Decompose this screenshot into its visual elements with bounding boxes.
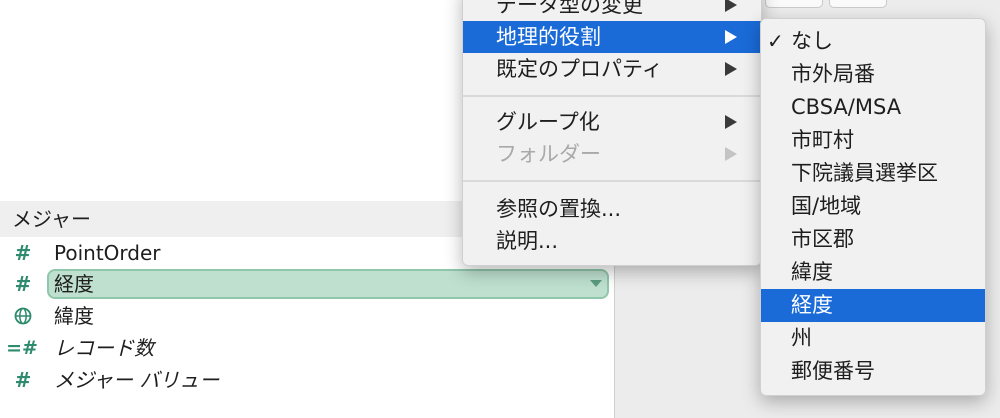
field-label: 経度 (54, 272, 94, 296)
menu-separator (463, 180, 761, 182)
field-label: PointOrder (54, 241, 161, 265)
menu-item-label: データ型の変更 (496, 0, 643, 17)
menu-item-replace-references[interactable]: 参照の置換... (463, 193, 761, 225)
measure-field-latitude[interactable]: 緯度 (0, 300, 614, 332)
calculated-number-icon: =# (6, 337, 38, 359)
submenu-arrow-icon (725, 30, 737, 44)
number-hash-icon: # (14, 368, 32, 392)
submenu-item-label: 市区郡 (791, 227, 854, 251)
submenu-item-label: なし (791, 29, 833, 53)
measure-field-measure-values[interactable]: # メジャー バリュー (0, 364, 614, 396)
submenu-item-label: CBSA/MSA (791, 95, 902, 119)
menu-item-geographic-role[interactable]: 地理的役割 (463, 21, 761, 53)
submenu-arrow-icon (725, 62, 737, 76)
field-label: メジャー バリュー (54, 368, 220, 392)
menu-item-change-data-type[interactable]: データ型の変更 (463, 0, 761, 21)
geo-role-congressional-district[interactable]: 下院議員選挙区 (761, 157, 985, 190)
submenu-item-label: 市町村 (791, 128, 854, 152)
geo-role-none[interactable]: ✓ なし (761, 25, 985, 58)
submenu-item-label: 州 (791, 326, 812, 350)
submenu-arrow-icon (725, 147, 737, 161)
menu-separator (463, 95, 761, 97)
field-context-menu: データ型の変更 地理的役割 既定のプロパティ グループ化 フォルダー 参照の置換… (462, 0, 762, 266)
submenu-item-label: 国/地域 (791, 194, 862, 218)
submenu-arrow-icon (725, 0, 737, 12)
menu-item-default-properties[interactable]: 既定のプロパティ (463, 53, 761, 85)
field-dropdown-arrow-icon[interactable] (590, 280, 602, 287)
submenu-item-label: 経度 (791, 293, 833, 317)
menu-item-describe[interactable]: 説明... (463, 225, 761, 257)
submenu-item-label: 緯度 (791, 260, 833, 284)
geo-role-state-province[interactable]: 州 (761, 322, 985, 355)
geo-role-longitude[interactable]: 経度 (761, 289, 985, 322)
submenu-item-label: 郵便番号 (791, 359, 875, 383)
menu-item-label: 説明... (496, 229, 559, 253)
geo-role-cbsa-msa[interactable]: CBSA/MSA (761, 91, 985, 124)
menu-item-folder: フォルダー (463, 138, 761, 170)
menu-item-label: 既定のプロパティ (496, 57, 663, 81)
field-label: レコード数 (54, 336, 154, 360)
geo-role-city[interactable]: 市町村 (761, 124, 985, 157)
submenu-item-label: 下院議員選挙区 (791, 161, 938, 185)
geo-role-country-region[interactable]: 国/地域 (761, 190, 985, 223)
geo-role-zip-code[interactable]: 郵便番号 (761, 355, 985, 388)
number-hash-icon: # (14, 241, 32, 265)
toolbar-button[interactable] (829, 0, 887, 8)
geo-role-county[interactable]: 市区郡 (761, 223, 985, 256)
geographic-role-submenu: ✓ なし 市外局番 CBSA/MSA 市町村 下院議員選挙区 国/地域 市区郡 … (760, 18, 986, 396)
globe-icon (10, 300, 36, 332)
field-label: 緯度 (54, 304, 94, 328)
geo-role-latitude[interactable]: 緯度 (761, 256, 985, 289)
geo-role-area-code[interactable]: 市外局番 (761, 58, 985, 91)
menu-item-label: 参照の置換... (496, 197, 622, 221)
checkmark-icon: ✓ (767, 29, 784, 53)
menu-item-label: 地理的役割 (496, 25, 601, 49)
measure-field-longitude[interactable]: # 経度 (0, 268, 614, 300)
number-hash-icon: # (14, 272, 32, 296)
selected-field-pill[interactable] (47, 269, 609, 299)
menu-item-label: フォルダー (496, 142, 601, 166)
menu-item-label: グループ化 (496, 110, 600, 134)
menu-item-group[interactable]: グループ化 (463, 106, 761, 138)
measure-field-record-count[interactable]: =# レコード数 (0, 332, 614, 364)
submenu-arrow-icon (725, 115, 737, 129)
toolbar-button[interactable] (765, 0, 823, 8)
submenu-item-label: 市外局番 (791, 62, 875, 86)
